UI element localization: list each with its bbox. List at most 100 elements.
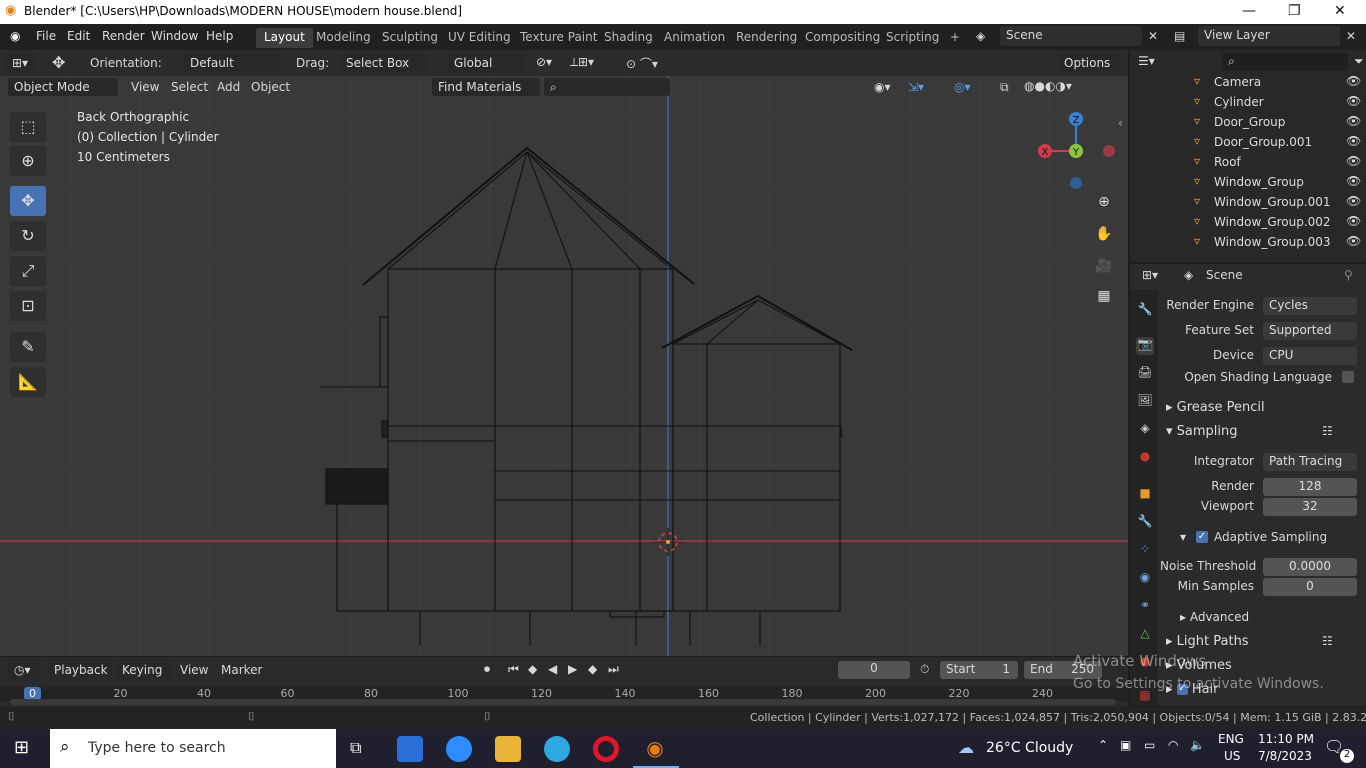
eye-icon[interactable]: 👁	[1346, 214, 1361, 228]
zoom-icon[interactable]: ⊕	[1093, 194, 1115, 216]
menu-help[interactable]: Help	[206, 29, 233, 43]
timeline-scrollbar[interactable]	[10, 699, 1116, 705]
outliner-row[interactable]: ▿ Window_Group.003 👁	[1130, 232, 1366, 252]
maximize-icon[interactable]: ❐	[1288, 3, 1301, 19]
scene-icon[interactable]: ◈	[976, 29, 985, 43]
cursor-tool-icon[interactable]: ⊕	[10, 146, 46, 176]
select-tool-icon[interactable]: ⬚	[10, 112, 46, 142]
eye-icon[interactable]: 👁	[1346, 154, 1361, 168]
osl-checkbox[interactable]	[1342, 371, 1354, 383]
menu-edit[interactable]: Edit	[67, 29, 90, 43]
current-frame-field[interactable]: 0	[838, 661, 910, 679]
scene-tab-icon[interactable]: ◈	[1136, 421, 1154, 439]
menu-view[interactable]: View	[180, 663, 208, 677]
outliner-row[interactable]: ▿ Roof 👁	[1130, 152, 1366, 172]
output-tab-icon[interactable]: 🖨	[1136, 365, 1154, 383]
device-dropdown[interactable]: CPU	[1263, 347, 1357, 365]
move-tool-icon[interactable]: ✥	[10, 186, 46, 216]
keying-dropdown[interactable]: Keying	[116, 661, 172, 679]
start-frame-field[interactable]: Start 1	[940, 661, 1018, 679]
integrator-dropdown[interactable]: Path Tracing	[1263, 453, 1357, 471]
opera-browser-icon[interactable]	[593, 736, 619, 762]
add-workspace-icon[interactable]: +	[942, 28, 968, 48]
snap-icon[interactable]: ⟂⊞▾	[570, 55, 594, 70]
orientation-dropdown[interactable]: Default	[184, 54, 280, 72]
file-explorer-icon[interactable]	[495, 736, 521, 762]
advanced-section[interactable]: ▸ Advanced	[1180, 610, 1249, 624]
playback-dropdown[interactable]: Playback	[48, 661, 112, 679]
world-tab-icon[interactable]: ●	[1136, 449, 1154, 467]
outliner-editor-icon[interactable]: ☰▾	[1138, 54, 1155, 68]
noise-threshold-field[interactable]: 0.0000	[1263, 558, 1357, 576]
menu-marker[interactable]: Marker	[221, 663, 262, 677]
scale-tool-icon[interactable]: ⤢	[10, 256, 46, 286]
presets-list-icon[interactable]: ☷	[1322, 424, 1333, 438]
wifi-icon[interactable]: ◠	[1168, 738, 1178, 752]
language-primary[interactable]: ENG	[1218, 732, 1244, 746]
modifier-tab-icon[interactable]: 🔧	[1136, 514, 1154, 532]
tool-tab-icon[interactable]: 🔧	[1136, 302, 1154, 320]
measure-tool-icon[interactable]: 📐	[10, 367, 46, 397]
tray-chevron-icon[interactable]: ⌃	[1098, 738, 1108, 752]
menu-render[interactable]: Render	[102, 29, 145, 43]
drag-dropdown[interactable]: Select Box	[340, 54, 428, 72]
tab-scripting[interactable]: Scripting	[878, 28, 947, 48]
tab-modeling[interactable]: Modeling	[308, 28, 379, 48]
outliner-row[interactable]: ▿ Door_Group.001 👁	[1130, 132, 1366, 152]
store-icon[interactable]	[397, 736, 423, 762]
menu-window[interactable]: Window	[151, 29, 198, 43]
close-icon[interactable]: ✕	[1148, 29, 1158, 43]
adaptive-sampling-section[interactable]: ▾	[1180, 530, 1186, 544]
language-secondary[interactable]: US	[1224, 749, 1240, 763]
tab-texture-paint[interactable]: Texture Paint	[512, 28, 605, 48]
proportional-edit-icon[interactable]: ⊙ ⌒▾	[626, 55, 658, 72]
eye-icon[interactable]: 👁	[1346, 114, 1361, 128]
next-keyframe-icon[interactable]: ◆	[588, 662, 597, 676]
tab-animation[interactable]: Animation	[656, 28, 733, 48]
feature-set-dropdown[interactable]: Supported	[1263, 322, 1357, 340]
data-tab-icon[interactable]: △	[1136, 626, 1154, 644]
transform-tool-icon[interactable]: ⊡	[10, 291, 46, 321]
filter-icon[interactable]: ⏷	[1354, 54, 1364, 69]
3d-viewport[interactable]: Z X Y Object Mode View Select Add Object F…	[0, 76, 1128, 656]
particles-tab-icon[interactable]: ⁘	[1136, 542, 1154, 560]
move-tool-icon[interactable]: ✥	[52, 53, 65, 72]
visibility-icon[interactable]: ◉▾	[874, 80, 891, 94]
eye-icon[interactable]: 👁	[1346, 234, 1361, 248]
record-icon[interactable]: ⏺	[484, 662, 490, 677]
zoom-app-icon[interactable]	[446, 736, 472, 762]
search-icon[interactable]: ⌕	[1222, 53, 1348, 71]
jump-start-icon[interactable]: ⏮	[508, 662, 519, 677]
options-dropdown[interactable]: Options	[1058, 54, 1120, 72]
menu-view[interactable]: View	[131, 80, 159, 94]
find-materials-dropdown[interactable]: Find Materials	[432, 78, 540, 96]
physics-tab-icon[interactable]: ◉	[1136, 570, 1154, 588]
gizmo-toggle-icon[interactable]: ⇲▾	[908, 80, 924, 94]
eye-icon[interactable]: 👁	[1346, 94, 1361, 108]
light-paths-section[interactable]: ▸ Light Paths	[1166, 634, 1249, 649]
render-samples-field[interactable]: 128	[1263, 478, 1357, 496]
mode-dropdown[interactable]: Object Mode	[8, 78, 118, 96]
transform-orientation-dropdown[interactable]: Global	[448, 54, 526, 72]
close-icon[interactable]: ✕	[1346, 29, 1356, 43]
play-icon[interactable]: ▶	[568, 662, 577, 676]
outliner-row[interactable]: ▿ Window_Group.001 👁	[1130, 192, 1366, 212]
sidebar-toggle-icon[interactable]: ‹	[1118, 116, 1123, 130]
tab-shading[interactable]: Shading	[596, 28, 661, 48]
weather-text[interactable]: 26°C Cloudy	[986, 740, 1073, 756]
tray-device-icon[interactable]: ▣	[1120, 738, 1131, 752]
pan-hand-icon[interactable]: ✋	[1093, 226, 1115, 248]
outliner-row[interactable]: ▿ Camera 👁	[1130, 72, 1366, 92]
rotate-tool-icon[interactable]: ↻	[10, 221, 46, 251]
clock-time[interactable]: 11:10 PM	[1258, 732, 1314, 746]
presets-list-icon[interactable]: ☷	[1322, 634, 1333, 648]
sampling-section[interactable]: ▾ Sampling	[1166, 424, 1238, 439]
min-samples-field[interactable]: 0	[1263, 578, 1357, 596]
overlay-icon[interactable]: ◎▾	[954, 80, 971, 94]
grease-pencil-section[interactable]: ▸ Grease Pencil	[1166, 400, 1265, 415]
timeline-editor-icon[interactable]: ◷▾	[8, 661, 40, 679]
volume-icon[interactable]: 🔈	[1190, 738, 1205, 752]
editor-type-icon[interactable]: ⊞▾	[6, 54, 35, 72]
eye-icon[interactable]: 👁	[1346, 194, 1361, 208]
eye-icon[interactable]: 👁	[1346, 74, 1361, 88]
